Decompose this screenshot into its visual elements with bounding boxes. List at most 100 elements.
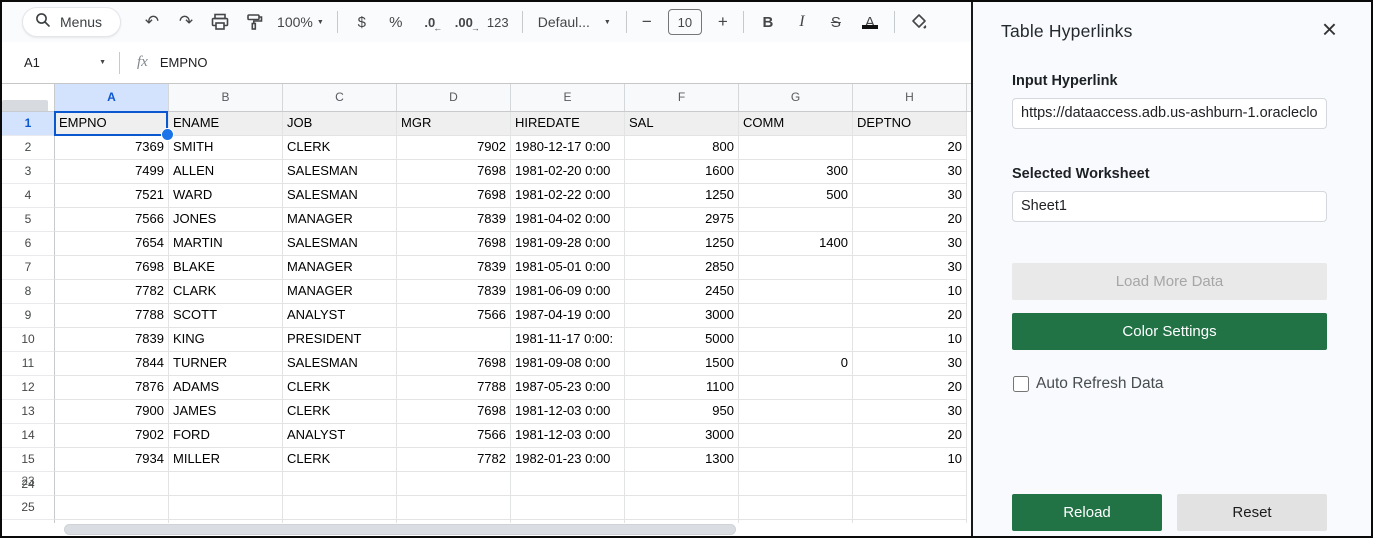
- column-header-G[interactable]: G: [739, 84, 853, 111]
- decrease-decimal-button[interactable]: .0←: [413, 7, 447, 37]
- cell[interactable]: 30: [853, 184, 967, 208]
- cell[interactable]: CLERK: [283, 376, 397, 400]
- cell[interactable]: [55, 472, 169, 496]
- column-header-H[interactable]: H: [853, 84, 967, 111]
- select-all-corner[interactable]: [2, 84, 55, 111]
- paint-format-button[interactable]: [237, 7, 271, 37]
- cell[interactable]: 20: [853, 424, 967, 448]
- column-header-C[interactable]: C: [283, 84, 397, 111]
- cell[interactable]: 10: [853, 280, 967, 304]
- cell[interactable]: 7900: [55, 400, 169, 424]
- cell[interactable]: 7788: [397, 376, 511, 400]
- cell[interactable]: 3000: [625, 304, 739, 328]
- zoom-dropdown[interactable]: 100% ▼: [271, 14, 330, 30]
- cell[interactable]: 30: [853, 352, 967, 376]
- cell[interactable]: 7902: [397, 136, 511, 160]
- increase-decimal-button[interactable]: .00→: [447, 7, 481, 37]
- row-header[interactable]: 1: [2, 112, 55, 136]
- row-header[interactable]: 4: [2, 184, 55, 208]
- undo-button[interactable]: ↶: [135, 7, 169, 37]
- row-header[interactable]: 9: [2, 304, 55, 328]
- cell[interactable]: 10: [853, 328, 967, 352]
- cell[interactable]: 800: [625, 136, 739, 160]
- cell[interactable]: [739, 208, 853, 232]
- cell[interactable]: CLARK: [169, 280, 283, 304]
- cell[interactable]: [283, 472, 397, 496]
- cell[interactable]: 30: [853, 400, 967, 424]
- cell[interactable]: [625, 496, 739, 520]
- cell[interactable]: 7698: [397, 400, 511, 424]
- cell[interactable]: [853, 496, 967, 520]
- cell[interactable]: 7839: [397, 208, 511, 232]
- cell[interactable]: 1981-05-01 0:00: [511, 256, 625, 280]
- cell[interactable]: 10: [853, 448, 967, 472]
- cell[interactable]: 7521: [55, 184, 169, 208]
- cell[interactable]: 5000: [625, 328, 739, 352]
- decrease-font-size-button[interactable]: −: [634, 7, 660, 37]
- cell[interactable]: SCOTT: [169, 304, 283, 328]
- cell[interactable]: COMM: [739, 112, 853, 136]
- cell[interactable]: CLERK: [283, 400, 397, 424]
- row-header[interactable]: 11: [2, 352, 55, 376]
- cell[interactable]: [511, 496, 625, 520]
- cell[interactable]: 1100: [625, 376, 739, 400]
- row-header[interactable]: 2: [2, 136, 55, 160]
- column-header-A[interactable]: A: [55, 84, 169, 111]
- cell[interactable]: 1981-04-02 0:00: [511, 208, 625, 232]
- cell[interactable]: 1400: [739, 232, 853, 256]
- cell[interactable]: 20: [853, 208, 967, 232]
- cell[interactable]: WARD: [169, 184, 283, 208]
- cell[interactable]: 7844: [55, 352, 169, 376]
- cell[interactable]: 7698: [397, 232, 511, 256]
- cell[interactable]: ANALYST: [283, 304, 397, 328]
- cell[interactable]: 1500: [625, 352, 739, 376]
- reset-button[interactable]: Reset: [1177, 494, 1327, 531]
- menus-search[interactable]: Menus: [22, 7, 121, 37]
- cell[interactable]: SALESMAN: [283, 352, 397, 376]
- cell[interactable]: 1982-01-23 0:00: [511, 448, 625, 472]
- row-header[interactable]: 6: [2, 232, 55, 256]
- font-dropdown[interactable]: Defaul... ▼: [530, 14, 619, 30]
- cell[interactable]: 7782: [55, 280, 169, 304]
- cell[interactable]: MANAGER: [283, 280, 397, 304]
- cell[interactable]: 7566: [55, 208, 169, 232]
- bold-button[interactable]: B: [751, 7, 785, 37]
- cell[interactable]: MANAGER: [283, 208, 397, 232]
- cell[interactable]: 1987-05-23 0:00: [511, 376, 625, 400]
- cell[interactable]: [169, 472, 283, 496]
- formula-input[interactable]: EMPNO: [160, 55, 208, 70]
- cell[interactable]: [739, 400, 853, 424]
- redo-button[interactable]: ↷: [169, 7, 203, 37]
- cell[interactable]: 20: [853, 376, 967, 400]
- cell[interactable]: 1980-12-17 0:00: [511, 136, 625, 160]
- reload-button[interactable]: Reload: [1012, 494, 1162, 531]
- cell[interactable]: SMITH: [169, 136, 283, 160]
- cell[interactable]: 30: [853, 232, 967, 256]
- cell[interactable]: FORD: [169, 424, 283, 448]
- cell[interactable]: 7566: [397, 424, 511, 448]
- cell[interactable]: 1981-12-03 0:00: [511, 400, 625, 424]
- cell[interactable]: 7839: [397, 280, 511, 304]
- font-size-input[interactable]: 10: [668, 9, 702, 35]
- cell[interactable]: [397, 496, 511, 520]
- currency-format-button[interactable]: $: [345, 7, 379, 37]
- cell[interactable]: 1981-02-20 0:00: [511, 160, 625, 184]
- cell[interactable]: 950: [625, 400, 739, 424]
- cell[interactable]: KING: [169, 328, 283, 352]
- cell[interactable]: JONES: [169, 208, 283, 232]
- cell[interactable]: [739, 472, 853, 496]
- row-header[interactable]: 2324: [2, 472, 55, 496]
- row-header[interactable]: 12: [2, 376, 55, 400]
- cell[interactable]: 1250: [625, 232, 739, 256]
- cell[interactable]: 7698: [397, 160, 511, 184]
- row-header[interactable]: 8: [2, 280, 55, 304]
- cell[interactable]: 7839: [55, 328, 169, 352]
- cell[interactable]: 1981-11-17 0:00:: [511, 328, 625, 352]
- cell[interactable]: 1981-12-03 0:00: [511, 424, 625, 448]
- cell[interactable]: [739, 496, 853, 520]
- cell[interactable]: PRESIDENT: [283, 328, 397, 352]
- worksheet-input[interactable]: Sheet1: [1012, 191, 1327, 222]
- cell[interactable]: [397, 472, 511, 496]
- cell[interactable]: 7839: [397, 256, 511, 280]
- strikethrough-button[interactable]: S: [819, 7, 853, 37]
